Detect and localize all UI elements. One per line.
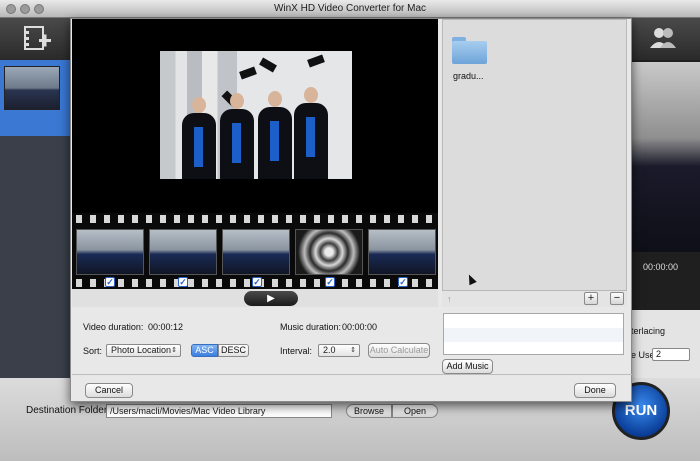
chevron-updown-icon: ⇕ <box>350 347 356 354</box>
player-time: 00:00:00 <box>643 262 679 272</box>
auto-calculate-button[interactable]: Auto Calculate <box>368 343 430 358</box>
music-duration-value: 00:00:00 <box>342 322 378 332</box>
frame-checkbox[interactable]: ✓ <box>178 277 188 287</box>
zoom-window-button[interactable] <box>34 4 44 14</box>
preview-video <box>632 62 700 252</box>
sort-label: Sort: <box>83 346 103 356</box>
preview-photo <box>160 51 352 179</box>
chevron-updown-icon: ⇕ <box>171 347 177 354</box>
add-button[interactable]: + <box>584 292 598 305</box>
frame-checkbox[interactable]: ✓ <box>398 277 408 287</box>
minimize-window-button[interactable] <box>20 4 30 14</box>
done-button[interactable]: Done <box>574 383 616 398</box>
folder-icon[interactable] <box>452 37 487 64</box>
destination-folder-label: Destination Folder: <box>26 405 110 416</box>
video-duration-label: Video duration: <box>83 322 144 332</box>
sort-asc-button[interactable]: ASC <box>191 344 218 357</box>
video-duration-value: 00:00:12 <box>148 322 184 332</box>
film-frame[interactable] <box>222 229 290 275</box>
photo-thumbnail <box>4 66 60 110</box>
add-photo-icon[interactable] <box>20 22 54 56</box>
window-titlebar: WinX HD Video Converter for Mac <box>0 0 700 18</box>
browse-button[interactable]: Browse <box>346 404 392 418</box>
close-window-button[interactable] <box>6 4 16 14</box>
frame-checkbox[interactable]: ✓ <box>325 277 335 287</box>
frame-checkbox[interactable]: ✓ <box>252 277 262 287</box>
play-icon: ▶ <box>267 293 275 304</box>
remove-button[interactable]: − <box>610 292 624 305</box>
film-frame[interactable] <box>76 229 144 275</box>
up-arrow-icon[interactable]: ↑ <box>447 294 452 304</box>
play-button[interactable]: ▶ <box>244 291 298 306</box>
destination-folder-field[interactable]: /Users/macli/Movies/Mac Video Library <box>106 404 332 418</box>
film-frame[interactable] <box>295 229 363 275</box>
frame-checkbox[interactable]: ✓ <box>105 277 115 287</box>
add-music-button[interactable]: Add Music <box>442 359 493 374</box>
sort-desc-button[interactable]: DESC <box>218 344 249 357</box>
music-duration-label: Music duration: <box>280 322 342 332</box>
cancel-button[interactable]: Cancel <box>85 383 133 398</box>
browser-toolbar <box>442 291 627 307</box>
output-settings <box>630 310 700 378</box>
sheet-divider <box>72 374 632 375</box>
interlacing-label: terlacing <box>631 326 666 336</box>
folder-name[interactable]: gradu... <box>453 71 484 81</box>
users-icon[interactable] <box>646 22 680 56</box>
music-list[interactable] <box>443 313 624 355</box>
window-title: WinX HD Video Converter for Mac <box>273 3 427 14</box>
film-frame[interactable] <box>149 229 217 275</box>
sort-select[interactable]: Photo Location ⇕ <box>106 344 181 357</box>
core-use-select[interactable]: 2 <box>652 348 690 361</box>
open-button[interactable]: Open <box>392 404 438 418</box>
interval-select[interactable]: 2.0 ⇕ <box>318 344 360 357</box>
interval-label: Interval: <box>280 346 313 356</box>
film-frame[interactable] <box>368 229 436 275</box>
